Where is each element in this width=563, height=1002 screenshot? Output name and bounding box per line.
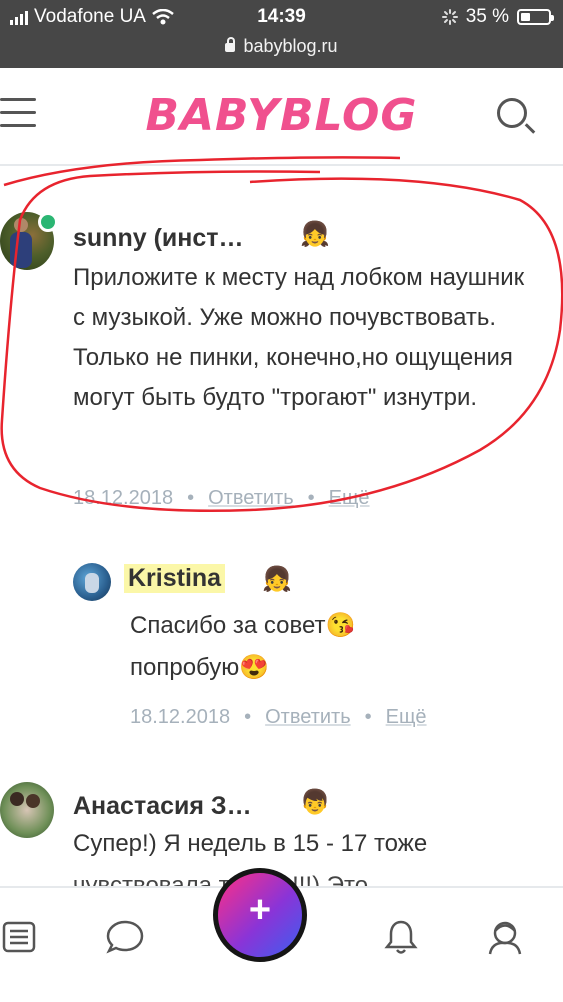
author-name[interactable]: sunny (инст… xyxy=(73,224,244,253)
url-text: babyblog.ru xyxy=(243,36,338,56)
comment-date: 18.12.2018 xyxy=(73,487,174,509)
comment-meta: 18.12.2018 • Ответить • Ещё xyxy=(73,487,370,509)
feed-icon[interactable] xyxy=(2,918,40,956)
online-indicator xyxy=(38,212,58,232)
boy-badge-icon: 👦 xyxy=(300,789,330,816)
comment-date: 18.12.2018 xyxy=(130,706,231,728)
add-post-button[interactable]: + xyxy=(213,868,307,962)
girl-badge-icon: 👧 xyxy=(262,566,292,593)
reply-link[interactable]: Ответить xyxy=(265,706,351,728)
address-bar[interactable]: babyblog.ru xyxy=(0,36,563,57)
author-name[interactable]: Анастасия З… xyxy=(73,792,252,821)
bell-icon[interactable] xyxy=(382,918,420,956)
more-link[interactable]: Ещё xyxy=(329,487,370,509)
comment-text-line: Спасибо за совет😘 xyxy=(130,612,356,639)
more-link[interactable]: Ещё xyxy=(386,706,427,728)
profile-icon[interactable] xyxy=(486,918,524,956)
comment-meta: 18.12.2018 • Ответить • Ещё xyxy=(130,706,427,728)
chat-icon[interactable] xyxy=(106,918,144,956)
lock-icon xyxy=(225,36,236,52)
battery-percent: 35 % xyxy=(465,6,509,27)
avatar[interactable] xyxy=(73,563,111,601)
comment-text-line: Супер!) Я недель в 15 - 17 тоже xyxy=(73,830,428,857)
girl-badge-icon: 👧 xyxy=(300,221,330,248)
logo[interactable]: BABYBLOG xyxy=(0,90,563,141)
comment-text-line: попробую😍 xyxy=(130,654,270,681)
comment-text: Приложите к месту над лобком наушник с м… xyxy=(73,264,525,411)
reply-link[interactable]: Ответить xyxy=(208,487,294,509)
plus-icon: + xyxy=(248,889,272,931)
site-header: BABYBLOG xyxy=(0,68,563,166)
author-name[interactable]: Kristina xyxy=(124,564,226,593)
battery-icon xyxy=(517,9,554,25)
search-icon[interactable] xyxy=(497,98,527,128)
status-bar: Vodafone UA 14:39 35 % babyblog.ru xyxy=(0,0,563,68)
activity-spinner-icon xyxy=(441,9,458,25)
avatar[interactable] xyxy=(0,782,54,838)
